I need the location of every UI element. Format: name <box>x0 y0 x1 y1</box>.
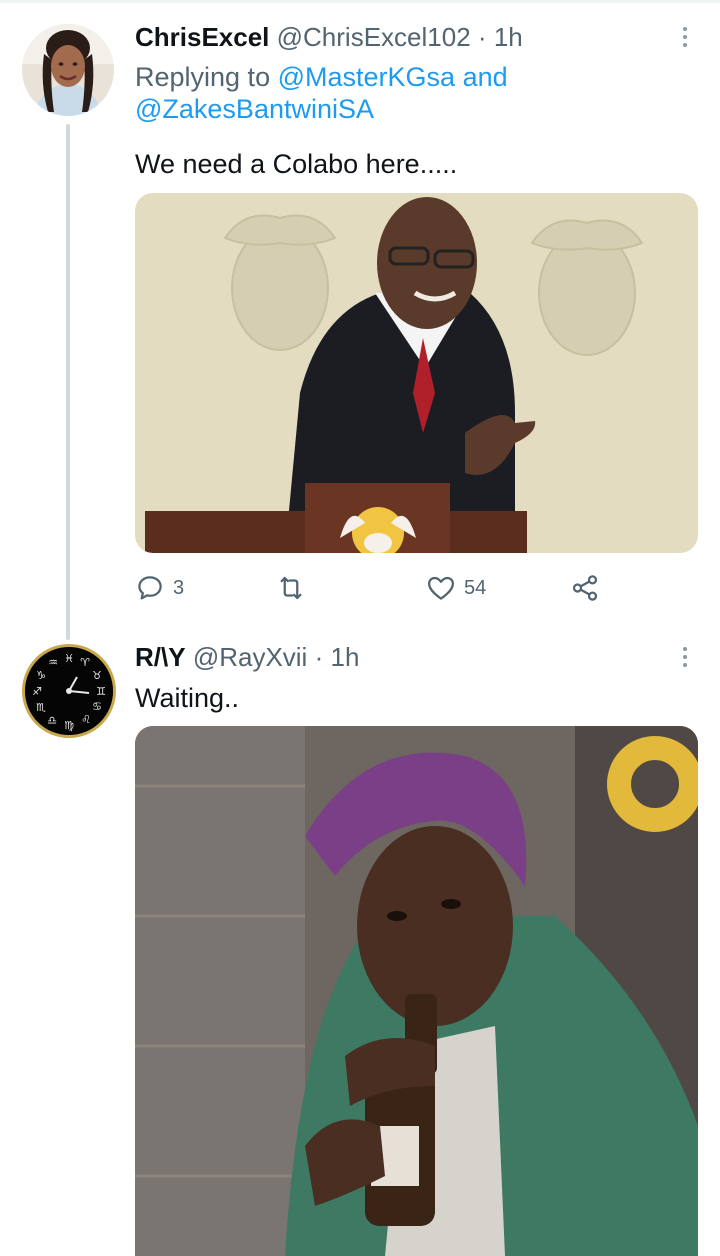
more-options-icon[interactable] <box>681 27 689 51</box>
svg-text:♍: ♍ <box>64 719 74 732</box>
photo-man-at-podium <box>135 193 698 553</box>
handle[interactable]: @RayXvii <box>193 642 308 672</box>
tweet-text: We need a Colabo here..... <box>135 149 458 179</box>
thread-line <box>66 124 70 640</box>
avatar-chrisexcel[interactable] <box>22 24 114 116</box>
replying-to: Replying to @MasterKGsa and @ZakesBantwi… <box>135 61 695 125</box>
retweet-icon <box>280 576 302 600</box>
timestamp[interactable]: 1h <box>494 22 523 52</box>
avatar-rayxvii[interactable]: ♓ ♈ ♉ ♊ ♋ ♌ ♍ ♎ ♏ ♐ ♑ ♒ <box>22 644 116 738</box>
svg-text:♈: ♈ <box>80 656 90 669</box>
tweet-media-photo[interactable] <box>135 726 698 1256</box>
mention-masterkgsa[interactable]: @MasterKGsa <box>278 62 455 92</box>
svg-text:♉: ♉ <box>92 669 102 682</box>
photo-woman-with-bottle <box>135 726 698 1256</box>
display-name[interactable]: R/\Y <box>135 642 186 672</box>
profile-photo-icon <box>22 24 114 116</box>
svg-text:♎: ♎ <box>47 714 57 727</box>
display-name[interactable]: ChrisExcel <box>135 22 269 52</box>
tweet-media-photo[interactable] <box>135 193 698 553</box>
svg-text:♑: ♑ <box>36 669 46 682</box>
svg-text:♐: ♐ <box>32 685 42 698</box>
reply-icon <box>138 576 162 600</box>
tweet1-header: ChrisExcel @ChrisExcel102 · 1h <box>135 22 523 52</box>
share-button[interactable] <box>570 573 600 603</box>
svg-text:♋: ♋ <box>92 700 102 713</box>
handle[interactable]: @ChrisExcel102 <box>277 22 471 52</box>
like-button[interactable]: 54 <box>426 573 486 603</box>
tweet-text: Waiting.. <box>135 683 240 713</box>
zodiac-clock-icon: ♓ ♈ ♉ ♊ ♋ ♌ ♍ ♎ ♏ ♐ ♑ ♒ <box>25 647 113 735</box>
separator: · <box>477 22 487 52</box>
top-divider <box>0 0 720 3</box>
reply-button[interactable]: 3 <box>135 573 184 603</box>
retweet-button[interactable] <box>276 573 314 603</box>
svg-text:♊: ♊ <box>96 685 106 698</box>
mention-zakesbantwinisa[interactable]: @ZakesBantwiniSA <box>135 94 374 124</box>
timestamp[interactable]: 1h <box>330 642 359 672</box>
svg-text:♌: ♌ <box>81 713 91 726</box>
more-options-icon[interactable] <box>681 647 689 671</box>
like-count: 54 <box>464 576 487 599</box>
replying-and: and <box>462 62 508 92</box>
svg-text:♏: ♏ <box>36 701 46 714</box>
replying-prefix: Replying to <box>135 62 271 92</box>
svg-text:♒: ♒ <box>48 656 58 669</box>
svg-text:♓: ♓ <box>64 652 74 665</box>
share-icon <box>572 575 598 601</box>
tweet2-header: R/\Y @RayXvii · 1h <box>135 642 359 672</box>
heart-icon <box>428 576 454 600</box>
separator: · <box>314 642 324 672</box>
reply-count: 3 <box>173 576 185 599</box>
